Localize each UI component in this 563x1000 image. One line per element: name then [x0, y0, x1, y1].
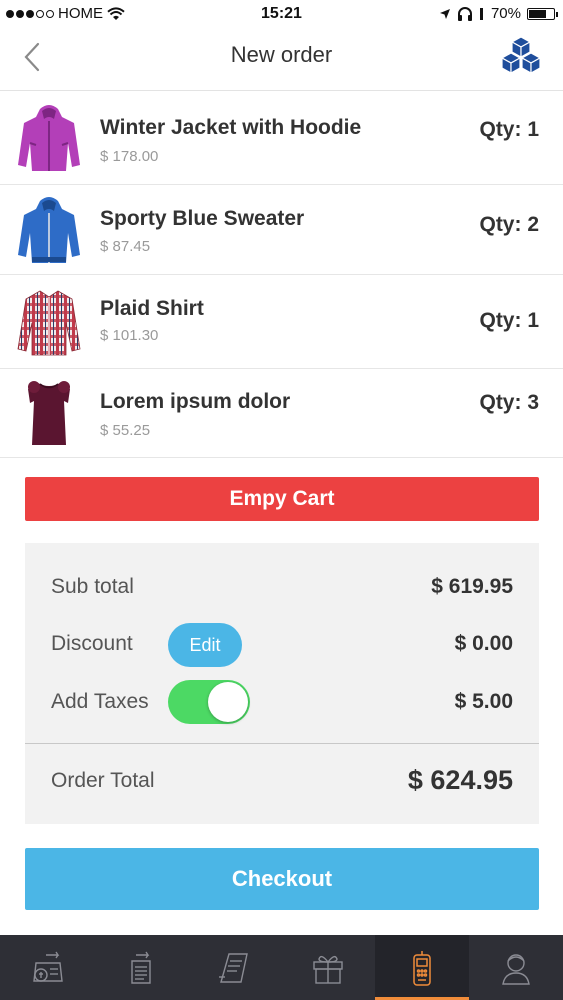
empty-cart-button[interactable]: Empy Cart: [25, 477, 539, 521]
subtotal-value: $ 619.95: [431, 575, 513, 598]
tab-gifts[interactable]: [281, 935, 375, 1000]
order-total-value: $ 624.95: [407, 765, 513, 795]
item-qty: Qty: 1: [479, 118, 539, 141]
item-name: Lorem ipsum dolor: [100, 390, 291, 413]
list-item[interactable]: Winter Jacket with Hoodie $ 178.00 Qty: …: [0, 91, 563, 185]
purple-jacket-image: [18, 105, 80, 171]
tab-transfers[interactable]: [94, 935, 188, 1000]
status-bar: HOME 15:21 70%: [0, 0, 563, 28]
list-item[interactable]: Lorem ipsum dolor $ 55.25 Qty: 3: [0, 369, 563, 458]
item-price: $ 55.25: [100, 422, 151, 439]
item-qty: Qty: 1: [479, 309, 539, 332]
cash-register-icon: [33, 951, 63, 982]
tab-bar: [0, 935, 563, 1000]
maroon-blouse-image: [28, 381, 70, 445]
discount-value: $ 0.00: [454, 632, 513, 655]
taxes-label: Add Taxes: [51, 690, 149, 713]
order-total-label: Order Total: [51, 769, 155, 792]
subtotal-label: Sub total: [51, 575, 134, 598]
headphones-icon: [457, 6, 472, 21]
customer-icon: [502, 953, 530, 985]
gift-icon: [313, 955, 343, 984]
taxes-toggle[interactable]: [168, 680, 250, 724]
battery-level: [529, 9, 546, 18]
battery-percent: 70%: [490, 5, 521, 22]
item-price: $ 178.00: [100, 148, 159, 165]
summary-divider: [25, 743, 539, 744]
tab-pos-terminal[interactable]: [375, 935, 469, 1000]
blue-sweater-image: [18, 197, 80, 263]
battery-icon: [527, 7, 558, 20]
receipt-icon: [219, 952, 249, 983]
list-item[interactable]: Plaid Shirt $ 101.30 Qty: 1: [0, 275, 563, 369]
checkout-button[interactable]: Checkout: [25, 848, 539, 910]
item-name: Winter Jacket with Hoodie: [100, 116, 362, 139]
toggle-knob: [208, 682, 248, 722]
discount-edit-button[interactable]: Edit: [168, 623, 242, 667]
nav-bar: New order: [0, 28, 563, 91]
plaid-shirt-image: [17, 290, 81, 356]
pos-terminal-icon: [413, 950, 431, 986]
order-summary: Sub total $ 619.95 Discount Edit $ 0.00 …: [25, 543, 539, 824]
tab-cash-register[interactable]: [0, 935, 94, 1000]
item-qty: Qty: 2: [479, 213, 539, 236]
status-right: 70%: [439, 5, 558, 22]
cube-cluster-icon[interactable]: [501, 36, 541, 78]
item-qty: Qty: 3: [479, 391, 539, 414]
list-item[interactable]: Sporty Blue Sweater $ 87.45 Qty: 2: [0, 185, 563, 275]
tab-customers[interactable]: [469, 935, 563, 1000]
taxes-value: $ 5.00: [454, 690, 513, 713]
page-title: New order: [230, 42, 333, 67]
alarm-icon: [479, 7, 483, 20]
discount-label: Discount: [51, 632, 133, 655]
item-price: $ 101.30: [100, 327, 159, 344]
item-name: Plaid Shirt: [100, 297, 204, 320]
tab-receipts[interactable]: [188, 935, 282, 1000]
location-arrow-icon: [439, 8, 450, 19]
transfer-documents-icon: [130, 951, 151, 984]
item-name: Sporty Blue Sweater: [100, 207, 305, 230]
item-price: $ 87.45: [100, 238, 151, 255]
